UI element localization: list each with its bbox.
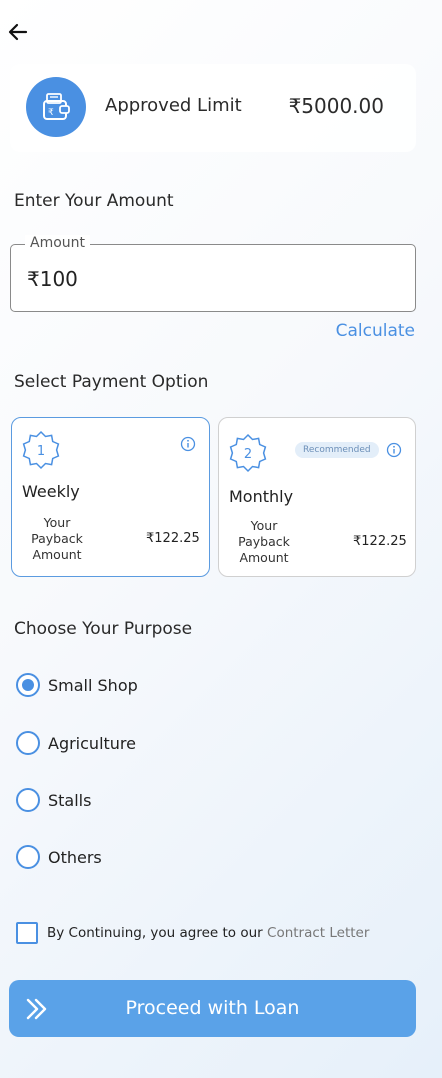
wallet-rupee-icon: ₹ xyxy=(26,77,86,137)
proceed-with-loan-button[interactable]: Proceed with Loan xyxy=(9,980,416,1037)
amount-field-value: ₹100 xyxy=(27,267,78,291)
arrow-left-icon xyxy=(8,23,28,41)
payment-option-title: Select Payment Option xyxy=(14,372,209,392)
plan-card-weekly[interactable]: 1 Weekly Your Payback Amount ₹122.25 xyxy=(11,417,210,577)
badge-number-icon: 1 xyxy=(22,430,60,470)
payback-value: ₹122.25 xyxy=(353,534,407,549)
back-button[interactable] xyxy=(6,18,34,46)
purpose-option-others[interactable]: Others xyxy=(16,845,102,869)
svg-text:₹: ₹ xyxy=(48,108,54,118)
amount-input[interactable]: Amount ₹100 xyxy=(10,235,416,312)
plan-number: 2 xyxy=(244,447,252,462)
proceed-label: Proceed with Loan xyxy=(125,997,300,1019)
radio-selected-dot xyxy=(22,679,34,691)
plan-card-monthly[interactable]: 2 Recommended Monthly Your Payback Amoun… xyxy=(218,417,416,577)
radio-button[interactable] xyxy=(16,673,40,697)
plan-name: Monthly xyxy=(229,487,294,506)
plan-name: Weekly xyxy=(22,482,80,501)
purpose-option-label: Agriculture xyxy=(48,733,136,753)
enter-amount-title: Enter Your Amount xyxy=(14,191,174,211)
recommended-badge: Recommended xyxy=(295,442,379,458)
payback-value: ₹122.25 xyxy=(146,531,200,546)
approved-limit-card: ₹ Approved Limit ₹5000.00 xyxy=(10,64,416,152)
purpose-option-agriculture[interactable]: Agriculture xyxy=(16,731,136,755)
info-icon[interactable] xyxy=(180,436,196,452)
approved-limit-value: ₹5000.00 xyxy=(288,94,384,118)
purpose-option-label: Stalls xyxy=(48,790,92,810)
terms-checkbox[interactable] xyxy=(16,922,38,944)
purpose-option-label: Small Shop xyxy=(48,675,138,695)
info-icon[interactable] xyxy=(386,442,402,458)
terms-text: By Continuing, you agree to our Contract… xyxy=(47,925,369,941)
calculate-link[interactable]: Calculate xyxy=(336,321,415,341)
radio-button[interactable] xyxy=(16,845,40,869)
purpose-option-stalls[interactable]: Stalls xyxy=(16,788,91,812)
payback-label: Your Payback Amount xyxy=(238,518,290,565)
plan-number: 1 xyxy=(37,444,45,459)
payback-label: Your Payback Amount xyxy=(31,515,83,562)
contract-letter-link[interactable]: Contract Letter xyxy=(267,925,369,941)
radio-button[interactable] xyxy=(16,731,40,755)
amount-field-label: Amount xyxy=(25,235,91,251)
terms-label: By Continuing, you agree to our xyxy=(47,925,263,941)
radio-button[interactable] xyxy=(16,788,40,812)
badge-number-icon: 2 xyxy=(229,433,267,473)
approved-limit-label: Approved Limit xyxy=(105,95,242,116)
purpose-title: Choose Your Purpose xyxy=(14,619,193,639)
purpose-option-small-shop[interactable]: Small Shop xyxy=(16,673,138,697)
purpose-option-label: Others xyxy=(48,847,102,867)
